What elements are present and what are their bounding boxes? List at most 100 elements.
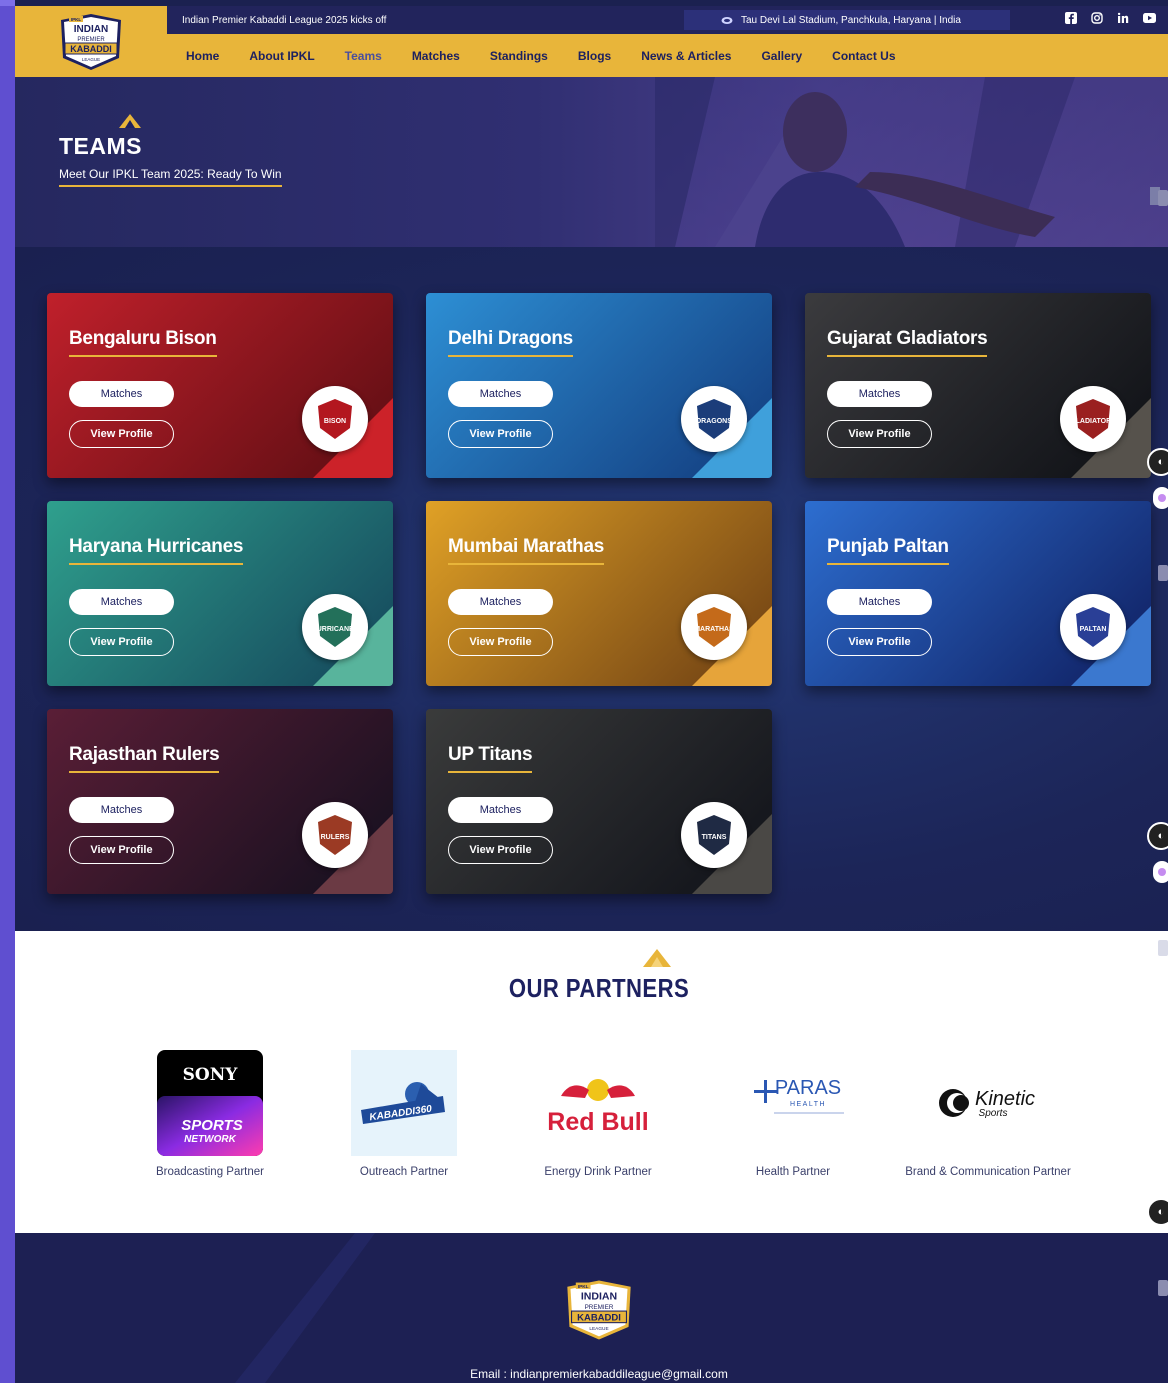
kabaddi360-logo[interactable]: KABADDI360: [351, 1050, 457, 1156]
logo-line2: PREMIER: [77, 37, 105, 43]
ipkl-logo[interactable]: IPKL INDIAN PREMIER KABADDI LEAGUE: [15, 6, 167, 77]
nav-about[interactable]: About IPKL: [234, 49, 329, 63]
matches-button[interactable]: Matches: [69, 381, 174, 407]
footer-logo-line2: PREMIER: [585, 1304, 614, 1311]
matches-button[interactable]: Matches: [448, 797, 553, 823]
stadium-icon: [721, 16, 733, 24]
team-card[interactable]: Punjab Paltan Matches View Profile PALTAN: [805, 501, 1151, 686]
team-card[interactable]: Mumbai Marathas Matches View Profile MARATH…: [426, 501, 772, 686]
team-logo-text: DRAGONS: [696, 418, 732, 425]
facebook-icon[interactable]: [1064, 11, 1078, 25]
footer-logo-line3: KABADDI: [577, 1313, 621, 1324]
footer-logo-line1: INDIAN: [581, 1290, 617, 1302]
view-profile-button[interactable]: View Profile: [69, 420, 174, 448]
logo-tag: IPKL: [71, 17, 82, 22]
nav-teams[interactable]: Teams: [330, 49, 397, 63]
partners-triangle-icon: [643, 949, 671, 967]
nav-matches[interactable]: Matches: [397, 49, 475, 63]
network-text: NETWORK: [184, 1134, 236, 1145]
redbull-text: Red Bull: [547, 1108, 648, 1136]
team-logo-text: RULERS: [321, 834, 350, 841]
team-logo[interactable]: GLADIATORS: [1060, 386, 1126, 452]
page-title: TEAMS: [59, 133, 142, 159]
nav-standings[interactable]: Standings: [475, 49, 563, 63]
paras-text: PARAS: [775, 1077, 841, 1099]
matches-button[interactable]: Matches: [827, 381, 932, 407]
team-card[interactable]: UP Titans Matches View Profile TITANS: [426, 709, 772, 894]
team-card[interactable]: Rajasthan Rulers Matches View Profile RULER…: [47, 709, 393, 894]
matches-button[interactable]: Matches: [69, 589, 174, 615]
view-profile-button[interactable]: View Profile: [827, 628, 932, 656]
partner-label-brand: Brand & Communication Partner: [905, 1166, 1071, 1178]
view-profile-button[interactable]: View Profile: [69, 628, 174, 656]
team-name: Gujarat Gladiators: [827, 328, 988, 357]
nav-blogs[interactable]: Blogs: [563, 49, 626, 63]
sports-text: SPORTS: [181, 1117, 242, 1134]
side-tab[interactable]: [1158, 190, 1168, 206]
top-bar: Indian Premier Kabaddi League 2025 kicks…: [167, 6, 1168, 34]
partner-label-energy: Energy Drink Partner: [544, 1166, 652, 1178]
kinetic-text: Kinetic: [975, 1088, 1035, 1110]
nav-home[interactable]: Home: [171, 49, 234, 63]
team-card[interactable]: Haryana Hurricanes Matches View Profile HUR…: [47, 501, 393, 686]
matches-button[interactable]: Matches: [69, 797, 174, 823]
nav-contact[interactable]: Contact Us: [817, 49, 910, 63]
matches-button[interactable]: Matches: [448, 589, 553, 615]
footer-logo[interactable]: IPKL INDIAN PREMIER KABADDI LEAGUE: [561, 1277, 637, 1348]
kinetic-sports-text: Sports: [979, 1108, 1008, 1119]
team-card[interactable]: Bengaluru Bison Matches View Profile BISON: [47, 293, 393, 478]
view-profile-button[interactable]: View Profile: [448, 836, 553, 864]
team-logo-text: BISON: [324, 418, 346, 425]
logo-line3: KABADDI: [70, 44, 112, 54]
hero-triangle-icon: [119, 114, 141, 128]
view-profile-button[interactable]: View Profile: [448, 420, 553, 448]
nav-news[interactable]: News & Articles: [626, 49, 746, 63]
linkedin-icon[interactable]: [1116, 11, 1130, 25]
team-logo[interactable]: HURRICANES: [302, 594, 368, 660]
side-tab[interactable]: [1158, 940, 1168, 956]
view-profile-button[interactable]: View Profile: [69, 836, 174, 864]
view-profile-button[interactable]: View Profile: [448, 628, 553, 656]
team-name: Haryana Hurricanes: [69, 536, 243, 565]
team-logo[interactable]: RULERS: [302, 802, 368, 868]
main-nav: Home About IPKL Teams Matches Standings …: [167, 34, 1168, 77]
instagram-icon[interactable]: [1090, 11, 1104, 25]
social-links: [1064, 11, 1156, 25]
nav-gallery[interactable]: Gallery: [746, 49, 817, 63]
team-logo[interactable]: BISON: [302, 386, 368, 452]
team-card[interactable]: Delhi Dragons Matches View Profile DRAGONS: [426, 293, 772, 478]
chat-icon[interactable]: [1153, 487, 1168, 509]
footer-email[interactable]: Email : indianpremierkabaddileague@gmail…: [15, 1367, 1168, 1381]
team-logo-text: HURRICANES: [312, 626, 358, 633]
team-logo-text: GLADIATORS: [1070, 418, 1116, 425]
team-name: Rajasthan Rulers: [69, 744, 220, 773]
side-tab[interactable]: [1158, 565, 1168, 581]
youtube-icon[interactable]: [1142, 11, 1156, 25]
chat-icon[interactable]: [1153, 861, 1168, 883]
team-logo[interactable]: DRAGONS: [681, 386, 747, 452]
sony-text: SONY: [183, 1065, 239, 1085]
accessibility-icon[interactable]: ◐: [1147, 1198, 1168, 1226]
venue-text: Tau Devi Lal Stadium, Panchkula, Haryana…: [741, 14, 961, 26]
side-tab[interactable]: [1158, 1280, 1168, 1296]
hero-banner: TEAMS Meet Our IPKL Team 2025: Ready To …: [15, 77, 1168, 247]
sony-sports-logo[interactable]: SONY SPORTS NETWORK: [157, 1050, 263, 1156]
kinetic-sports-logo[interactable]: Kinetic Sports: [935, 1050, 1041, 1156]
matches-button[interactable]: Matches: [827, 589, 932, 615]
accessibility-icon[interactable]: ◐: [1147, 822, 1168, 850]
team-logo[interactable]: PALTAN: [1060, 594, 1126, 660]
partners-title: OUR PARTNERS: [508, 973, 690, 1003]
matches-button[interactable]: Matches: [448, 381, 553, 407]
accessibility-icon[interactable]: ◐: [1147, 448, 1168, 476]
footer: IPKL INDIAN PREMIER KABADDI LEAGUE Email…: [15, 1233, 1168, 1383]
partner-label-broadcasting: Broadcasting Partner: [155, 1166, 265, 1178]
team-logo[interactable]: TITANS: [681, 802, 747, 868]
redbull-logo[interactable]: Red Bull: [545, 1050, 651, 1156]
view-profile-button[interactable]: View Profile: [827, 420, 932, 448]
partner-label-outreach: Outreach Partner: [359, 1166, 449, 1178]
footer-logo-tag: IPKL: [578, 1284, 589, 1290]
team-card[interactable]: Gujarat Gladiators Matches View Profile GLA…: [805, 293, 1151, 478]
paras-health-logo[interactable]: PARAS HEALTH: [740, 1050, 846, 1156]
venue-info: Tau Devi Lal Stadium, Panchkula, Haryana…: [684, 10, 1010, 30]
team-logo[interactable]: MARATHAS: [681, 594, 747, 660]
